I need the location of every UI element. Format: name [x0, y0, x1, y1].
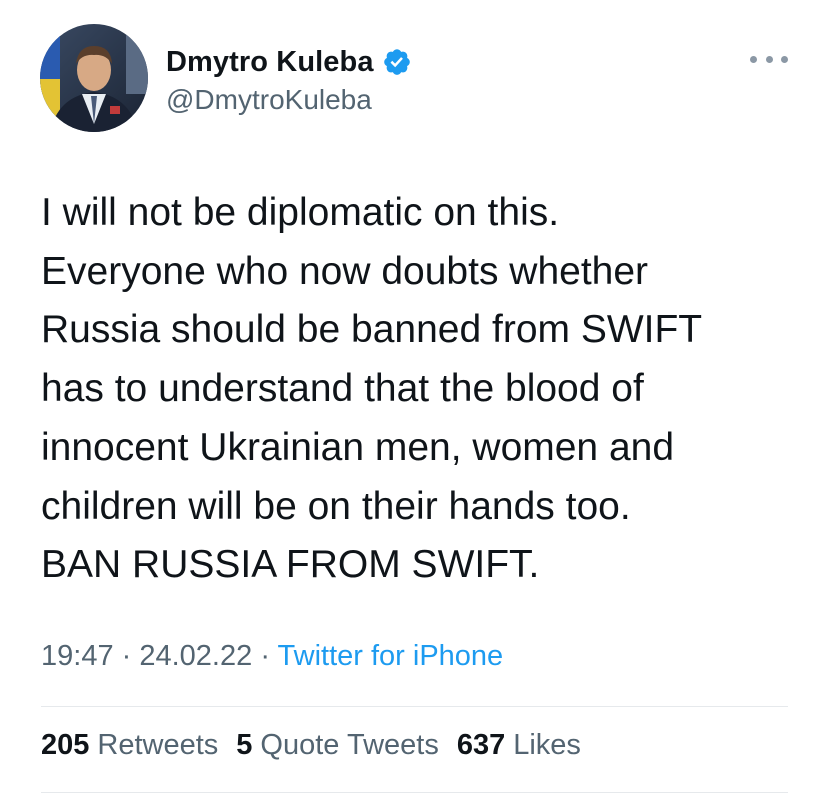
dot	[781, 55, 788, 63]
tweet-text-line: innocent Ukrainian men, women and	[41, 425, 675, 469]
likes-count: 637	[456, 729, 506, 761]
likes-label: Likes	[513, 729, 581, 761]
retweets-stat[interactable]: 205 Retweets	[41, 729, 218, 762]
tweet-time[interactable]: 19:47	[41, 640, 114, 672]
retweets-label: Retweets	[97, 729, 219, 761]
author-name[interactable]: Dmytro Kuleba	[166, 46, 374, 79]
tweet-text-line: has to understand that the blood of	[41, 367, 644, 411]
likes-stat[interactable]: 637 Likes	[457, 729, 581, 762]
more-options-icon[interactable]	[750, 46, 788, 72]
tweet-source-link[interactable]: Twitter for iPhone	[278, 640, 504, 672]
retweets-count: 205	[41, 729, 90, 761]
tweet-text-line: I will not be diplomatic on this.	[41, 191, 560, 234]
divider	[41, 706, 788, 707]
author-name-row: Dmytro Kuleba	[166, 40, 412, 84]
avatar-image	[40, 24, 148, 132]
tweet-date[interactable]: 24.02.22	[139, 640, 252, 672]
tweet-text-line: BAN RUSSIA FROM SWIFT.	[41, 543, 540, 587]
quote-tweets-count: 5	[236, 729, 253, 761]
tweet-card: Dmytro Kuleba @DmytroKuleba I will not b…	[0, 0, 828, 794]
avatar[interactable]	[40, 24, 148, 132]
engagement-stats: 205 Retweets 5 Quote Tweets 637 Likes	[41, 729, 599, 762]
tweet-text: I will not be diplomatic on this. Everyo…	[41, 184, 801, 595]
author-handle[interactable]: @DmytroKuleba	[166, 84, 372, 116]
tweet-text-line: Russia should be banned from SWIFT	[41, 308, 703, 352]
tweet-text-line: Everyone who now doubts whether	[41, 249, 649, 293]
meta-separator: ·	[260, 640, 278, 672]
tweet-meta: 19:47 · 24.02.22 · Twitter for iPhone	[41, 640, 503, 673]
meta-separator: ·	[121, 640, 140, 672]
dot	[750, 55, 757, 63]
divider	[41, 792, 788, 793]
quote-tweets-label: Quote Tweets	[260, 729, 439, 761]
tweet-text-line: children will be on their hands too.	[41, 484, 631, 528]
quote-tweets-stat[interactable]: 5 Quote Tweets	[236, 729, 439, 762]
verified-badge-icon	[382, 47, 412, 77]
dot	[765, 55, 773, 63]
